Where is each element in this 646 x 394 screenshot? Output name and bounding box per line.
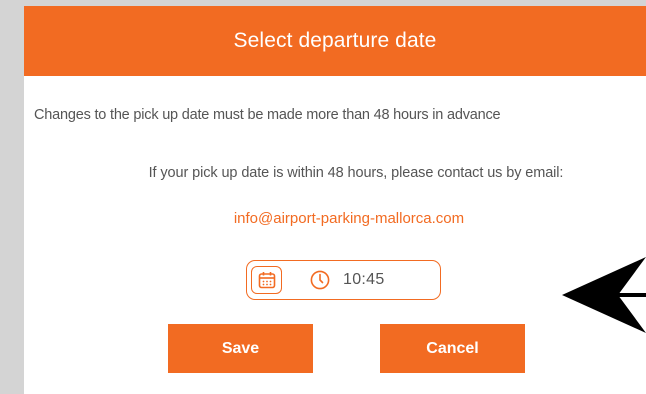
calendar-icon bbox=[258, 272, 275, 289]
datetime-field: 10:45 bbox=[246, 260, 441, 300]
contact-instructions-text: If your pick up date is within 48 hours,… bbox=[148, 165, 564, 181]
save-button[interactable]: Save bbox=[168, 324, 313, 373]
modal-header: Select departure date bbox=[24, 6, 646, 76]
date-picker-modal: Select departure date Changes to the pic… bbox=[24, 6, 646, 394]
time-value[interactable]: 10:45 bbox=[343, 271, 385, 289]
screen: Select departure date Changes to the pic… bbox=[0, 0, 646, 394]
pointer-arrow-icon bbox=[562, 257, 646, 333]
modal-title: Select departure date bbox=[233, 29, 437, 52]
contact-email-link[interactable]: info@airport-parking-mallorca.com bbox=[24, 210, 646, 227]
advance-notice-text: Changes to the pick up date must be made… bbox=[34, 107, 501, 123]
cancel-button[interactable]: Cancel bbox=[380, 324, 525, 373]
clock-icon[interactable] bbox=[309, 269, 331, 291]
date-picker-button[interactable] bbox=[251, 266, 282, 294]
